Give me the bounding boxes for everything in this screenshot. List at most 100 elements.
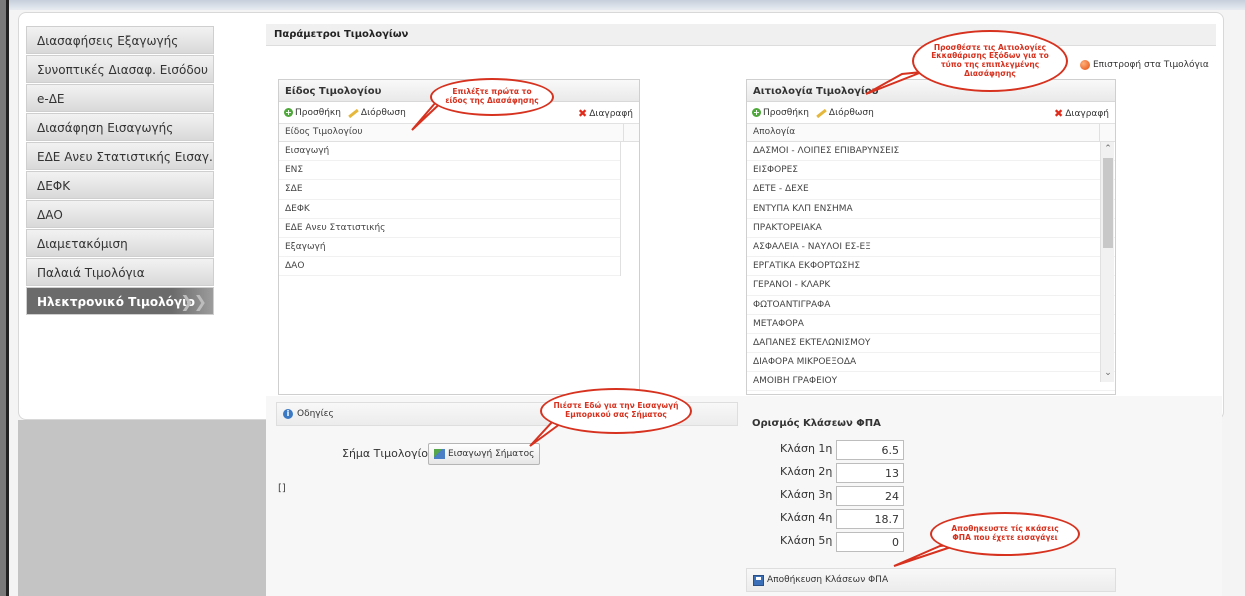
stamp-preview-placeholder: [] [278, 483, 286, 494]
list-item[interactable]: ΠΡΑΚΤΟΡΕΙΑΚΑ [747, 219, 1115, 238]
menu-item-label: Συνοπτικές Διασαφ. Εισόδου [37, 63, 208, 77]
scrollbar-thumb[interactable] [1103, 158, 1113, 248]
list-item[interactable]: ΕΝΣ [279, 161, 620, 181]
column-header-label: Απολογία [753, 127, 796, 137]
column-header-label: Είδος Τιμολογίου [285, 127, 363, 137]
save-vat-label: Αποθήκευση Κλάσεων ΦΠΑ [767, 575, 889, 585]
side-menu: Διασαφήσεις Εξαγωγής Συνοπτικές Διασαφ. … [26, 26, 214, 316]
scroll-down-icon[interactable]: ⌄ [1101, 368, 1115, 380]
edit-button[interactable]: Διόρθωση [815, 108, 874, 118]
list-item[interactable]: ΔΑΟ [279, 257, 620, 277]
menu-item-label: Διαμετακόμιση [37, 237, 128, 251]
list-item[interactable]: ΕΡΓΑΤΙΚΑ ΕΚΦΟΡΤΩΣΗΣ [747, 257, 1115, 277]
scroll-up-icon[interactable]: ⌃ [1101, 144, 1115, 156]
list-item[interactable]: ΔΑΣΜΟΙ - ΛΟΙΠΕΣ ΕΠΙΒΑΡΥΝΣΕΙΣ [747, 142, 1115, 162]
menu-item-label: Ηλεκτρονικό Τιμολόγιο [37, 295, 195, 309]
pencil-icon [815, 108, 827, 118]
list-item[interactable]: ΜΕΤΑΦΟΡΑ [747, 315, 1115, 334]
vat-class-3-label: Κλάση 3η [780, 488, 833, 501]
menu-item-summary-entry[interactable]: Συνοπτικές Διασαφ. Εισόδου [26, 55, 214, 83]
edit-button[interactable]: Διόρθωση [347, 108, 406, 118]
insert-stamp-button[interactable]: Εισαγωγή Σήματος [428, 443, 541, 465]
top-band [9, 0, 1245, 10]
invoice-reason-list: ΔΑΣΜΟΙ - ΛΟΙΠΕΣ ΕΠΙΒΑΡΥΝΣΕΙΣ ΕΙΣΦΟΡΕΣ ΔΕ… [747, 142, 1115, 392]
vat-class-2-field[interactable] [836, 463, 904, 483]
chevron-right-icon: ❯❯ [180, 292, 207, 311]
callout-insert-stamp: Πιέστε Εδώ για την Εισαγωγή Εμπορικού σα… [540, 388, 692, 434]
invoice-reason-toolbar: + Προσθήκη Διόρθωση ✖ Διαγραφή [747, 102, 1115, 124]
menu-item-label: e-ΔΕ [37, 92, 65, 106]
vat-classes-title: Ορισμός Κλάσεων ΦΠΑ [752, 418, 881, 429]
column-header[interactable]: Είδος Τιμολογίου [279, 124, 639, 142]
invoice-type-list: Εισαγωγή ΕΝΣ ΣΔΕ ΔΕΦΚ ΕΔΕ Ανευ Στατιστικ… [279, 142, 621, 277]
invoice-type-panel: Είδος Τιμολογίου + Προσθήκη Διόρθωση ✖ Δια… [278, 79, 640, 395]
add-button[interactable]: + Προσθήκη [284, 108, 341, 118]
plus-icon: + [284, 108, 293, 117]
menu-item-e-de[interactable]: e-ΔΕ [26, 84, 214, 112]
menu-item-label: Διασάφηση Εισαγωγής [37, 121, 174, 135]
list-item[interactable]: ΦΩΤΟΑΝΤΙΓΡΑΦΑ [747, 296, 1115, 315]
list-item[interactable]: ΓΕΡΑΝΟΙ - ΚΛΑΡΚ [747, 276, 1115, 296]
edit-label: Διόρθωση [360, 107, 406, 118]
add-button[interactable]: + Προσθήκη [752, 108, 809, 118]
invoice-reason-panel: Αιτιολογία Τιμολογίου + Προσθήκη Διόρθωση… [746, 79, 1116, 395]
vat-class-2-label: Κλάση 2η [780, 465, 833, 478]
pencil-icon [347, 108, 359, 118]
list-item[interactable]: Εισαγωγή [279, 142, 620, 162]
menu-item-defk[interactable]: ΔΕΦΚ [26, 171, 214, 199]
delete-label: Διαγραφή [589, 108, 633, 119]
lower-content-area [266, 396, 1222, 596]
menu-item-label: Παλαιά Τιμολόγια [37, 266, 145, 280]
delete-button[interactable]: ✖ Διαγραφή [1054, 107, 1109, 120]
menu-item-transit[interactable]: Διαμετακόμιση [26, 229, 214, 257]
delete-label: Διαγραφή [1065, 108, 1109, 119]
list-item[interactable]: ΕΝΤΥΠΑ ΚΛΠ ΕΝΣΗΜΑ [747, 200, 1115, 219]
page-title: Παράμετροι Τιμολογίων [266, 24, 1216, 46]
info-icon: i [283, 409, 293, 419]
callout-add-reasons: Προσθέστε τις Αιτιολογίες Εκκαθάρισης Εξ… [912, 30, 1068, 92]
vat-class-4-field[interactable] [836, 509, 904, 529]
callout-save-vat: Αποθηκευστε τίς κκάσεις ΦΠΑ που έχετε ει… [930, 512, 1080, 556]
save-icon [753, 574, 764, 586]
return-to-invoices-link[interactable]: Επιστροφή στα Τιμολόγια [1080, 57, 1209, 73]
menu-item-import-declaration[interactable]: Διασάφηση Εισαγωγής [26, 113, 214, 141]
add-label: Προσθήκη [295, 107, 341, 118]
menu-item-electronic-invoice[interactable]: Ηλεκτρονικό Τιμολόγιο ❯❯ [26, 287, 214, 315]
list-item[interactable]: ΑΜΟΙΒΗ ΓΡΑΦΕΙΟΥ [747, 372, 1115, 392]
instructions-label: Οδηγίες [297, 409, 334, 419]
vat-class-4-label: Κλάση 4η [780, 511, 833, 524]
delete-button[interactable]: ✖ Διαγραφή [578, 107, 633, 120]
vat-class-5-label: Κλάση 5η [780, 534, 833, 547]
gray-background-area [18, 420, 266, 596]
vertical-scrollbar[interactable]: ⌃ ⌄ [1100, 142, 1114, 382]
list-item[interactable]: ΣΔΕ [279, 180, 620, 200]
add-label: Προσθήκη [763, 107, 809, 118]
list-item[interactable]: ΕΙΣΦΟΡΕΣ [747, 161, 1115, 181]
return-link-label: Επιστροφή στα Τιμολόγια [1093, 60, 1209, 70]
vat-class-1-field[interactable] [836, 440, 904, 460]
list-item[interactable]: ΑΣΦΑΛΕΙΑ - ΝΑΥΛΟΙ ΕΣ-ΕΞ [747, 238, 1115, 258]
menu-item-dao[interactable]: ΔΑΟ [26, 200, 214, 228]
delete-x-icon: ✖ [578, 107, 588, 120]
vat-class-1-label: Κλάση 1η [780, 442, 833, 455]
list-item[interactable]: ΔΕΦΚ [279, 200, 620, 219]
list-item[interactable]: ΔΑΠΑΝΕΣ ΕΚΤΕΛΩΝΙΣΜΟΥ [747, 334, 1115, 354]
menu-item-label: ΔΕΦΚ [37, 179, 71, 193]
list-item[interactable]: ΕΔΕ Ανευ Στατιστικής [279, 219, 620, 238]
window-left-border [6, 0, 9, 596]
list-item[interactable]: ΔΕΤΕ - ΔΕΧΕ [747, 180, 1115, 200]
list-item[interactable]: Εξαγωγή [279, 238, 620, 258]
vat-class-3-field[interactable] [836, 486, 904, 506]
return-icon [1080, 60, 1090, 70]
list-item[interactable]: ΔΙΑΦΟΡΑ ΜΙΚΡΟΕΞΟΔΑ [747, 353, 1115, 373]
menu-item-export-declarations[interactable]: Διασαφήσεις Εξαγωγής [26, 26, 214, 54]
menu-item-label: Διασαφήσεις Εξαγωγής [37, 34, 179, 48]
edit-label: Διόρθωση [828, 107, 874, 118]
delete-x-icon: ✖ [1054, 107, 1064, 120]
column-header[interactable]: Απολογία [747, 124, 1115, 142]
callout-select-type: Επιλέξτε πρώτα το είδος της Διασάφησης [430, 78, 554, 116]
column-separator [1099, 124, 1115, 141]
menu-item-old-invoices[interactable]: Παλαιά Τιμολόγια [26, 258, 214, 286]
menu-item-ede-no-statistics[interactable]: ΕΔΕ Ανευ Στατιστικής Εισαγ. [26, 142, 214, 170]
save-vat-classes-button[interactable]: Αποθήκευση Κλάσεων ΦΠΑ [746, 568, 1116, 592]
